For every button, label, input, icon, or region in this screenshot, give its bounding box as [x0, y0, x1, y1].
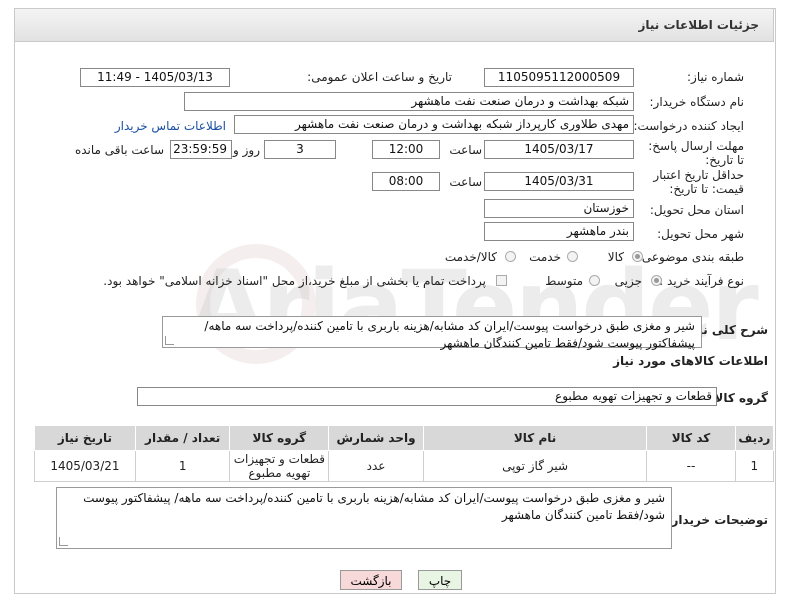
- category-goods-service-radio[interactable]: [505, 251, 516, 262]
- city-label: شهر محل تحویل:: [657, 227, 744, 241]
- description-text: شیر و مغزی طبق درخواست پیوست/ایران کد مش…: [204, 319, 695, 350]
- process-medium-radio[interactable]: [589, 275, 600, 286]
- requester-label: ایجاد کننده درخواست:: [633, 119, 744, 133]
- price-validity-date-field: 1405/03/31: [484, 172, 634, 191]
- col-date: تاریخ نیاز: [34, 425, 136, 451]
- remaining-time-field: 23:59:59: [170, 140, 232, 159]
- treasury-payment-checkbox[interactable]: [496, 275, 507, 286]
- remaining-label: ساعت باقی مانده: [74, 143, 164, 157]
- description-textarea: شیر و مغزی طبق درخواست پیوست/ایران کد مش…: [162, 316, 702, 350]
- need-number-field: 1105095112000509: [484, 68, 634, 87]
- send-deadline-label: مهلت ارسال پاسخ: تا تاریخ:: [648, 139, 744, 167]
- col-name: نام کالا: [422, 425, 648, 451]
- goods-section-title: اطلاعات کالاهای مورد نیاز: [613, 354, 768, 368]
- back-button[interactable]: بازگشت: [340, 570, 402, 590]
- send-deadline-date-field: 1405/03/17: [484, 140, 634, 159]
- buyer-org-label: نام دستگاه خریدار:: [649, 95, 745, 109]
- cell-row: 1: [734, 450, 775, 482]
- send-deadline-time-label: ساعت: [449, 143, 482, 157]
- panel-header: جزئیات اطلاعات نیاز: [14, 8, 774, 42]
- col-row: ردیف: [734, 425, 775, 451]
- goods-group-label: گروه کالا:: [709, 391, 768, 405]
- province-label: استان محل تحویل:: [649, 203, 744, 217]
- buyer-notes-text: شیر و مغزی طبق درخواست پیوست/ایران کد مش…: [83, 491, 665, 522]
- category-service-radio[interactable]: [567, 251, 578, 262]
- category-label: طبقه بندی موضوعی:: [637, 250, 744, 264]
- price-validity-label: حداقل تاریخ اعتبار قیمت: تا تاریخ:: [653, 168, 744, 196]
- col-qty: تعداد / مقدار: [134, 425, 231, 451]
- category-service-label: خدمت: [529, 250, 561, 264]
- need-number-label: شماره نیاز:: [687, 70, 744, 84]
- city-field: بندر ماهشهر: [484, 222, 634, 241]
- process-label: نوع فرآیند خرید :: [659, 274, 744, 288]
- col-group: گروه کالا: [229, 425, 330, 451]
- price-validity-time-label: ساعت: [449, 175, 482, 189]
- days-label: روز و: [233, 143, 260, 157]
- col-code: کد کالا: [646, 425, 736, 451]
- cell-name: شیر گاز توپی: [422, 450, 648, 482]
- process-minor-label: جزیی: [614, 274, 642, 288]
- page-title: جزئیات اطلاعات نیاز: [638, 18, 759, 32]
- buyer-notes-label: توضیحات خریدار:: [666, 513, 768, 527]
- treasury-payment-note: پرداخت تمام یا بخشی از مبلغ خرید،از محل …: [103, 274, 486, 288]
- cell-qty: 1: [134, 450, 231, 482]
- process-medium-label: متوسط: [545, 274, 583, 288]
- goods-table: ردیف کد کالا نام کالا واحد شمارش گروه کا…: [34, 425, 775, 482]
- cell-date: 1405/03/21: [34, 450, 136, 482]
- province-field: خوزستان: [484, 199, 634, 218]
- buyer-org-field: شبکه بهداشت و درمان صنعت نفت ماهشهر: [184, 92, 634, 111]
- category-goods-label: کالا: [607, 250, 624, 264]
- announce-field: 1405/03/13 - 11:49: [80, 68, 230, 87]
- requester-field: مهدی طلاوری کارپرداز شبکه بهداشت و درمان…: [234, 115, 634, 134]
- category-goods-service-label: کالا/خدمت: [444, 250, 497, 264]
- goods-group-field: قطعات و تجهیزات تهویه مطبوع: [137, 387, 717, 406]
- buyer-notes-textarea: شیر و مغزی طبق درخواست پیوست/ایران کد مش…: [56, 487, 672, 549]
- days-field: 3: [264, 140, 336, 159]
- print-button[interactable]: چاپ: [418, 570, 462, 590]
- resize-handle-icon[interactable]: [165, 336, 174, 345]
- process-minor-radio[interactable]: [651, 275, 662, 286]
- cell-code: --: [646, 450, 736, 482]
- cell-unit: عدد: [328, 450, 424, 482]
- price-validity-time-field: 08:00: [372, 172, 440, 191]
- category-goods-radio[interactable]: [632, 251, 643, 262]
- announce-label: تاریخ و ساعت اعلان عمومی:: [307, 70, 452, 84]
- col-unit: واحد شمارش: [328, 425, 424, 451]
- buyer-contact-link[interactable]: اطلاعات تماس خریدار: [115, 119, 226, 133]
- cell-group: قطعات و تجهیزات تهویه مطبوع: [229, 450, 330, 482]
- table-row: 1 -- شیر گاز توپی عدد قطعات و تجهیزات ته…: [34, 450, 775, 482]
- send-deadline-time-field: 12:00: [372, 140, 440, 159]
- resize-handle-icon[interactable]: [59, 537, 68, 546]
- table-header-row: ردیف کد کالا نام کالا واحد شمارش گروه کا…: [34, 425, 775, 451]
